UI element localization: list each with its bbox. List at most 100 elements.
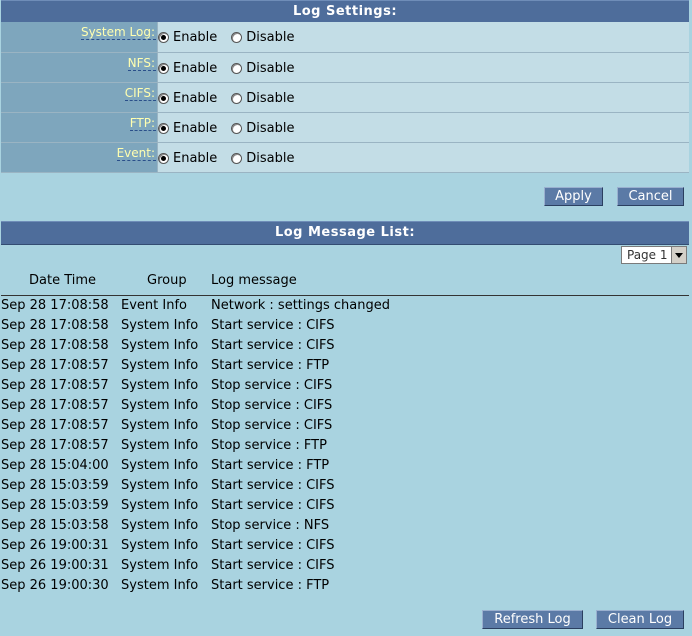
radio-cifs-enable[interactable] — [158, 92, 169, 104]
chevron-down-icon[interactable] — [671, 247, 686, 263]
settings-options-cell: Enable Disable — [157, 22, 689, 52]
radio-cifs-disable[interactable] — [231, 92, 243, 104]
log-message: Start service : CIFS — [211, 558, 335, 573]
log-row: Sep 28 17:08:58 System Info Start service … — [1, 316, 689, 336]
log-table-header: Date Time Group Log message — [1, 270, 689, 296]
setting-label-cifs: CIFS: — [124, 85, 156, 101]
log-date-time: Sep 28 17:08:58 — [1, 338, 109, 353]
log-group: System Info — [121, 578, 199, 593]
log-date-time: Sep 28 17:08:57 — [1, 398, 109, 413]
radio-event-enable[interactable] — [158, 152, 169, 164]
system-log-disable-option[interactable]: Disable — [231, 30, 295, 46]
clean-log-button[interactable]: Clean Log — [596, 610, 684, 629]
log-date-time: Sep 28 17:08:57 — [1, 378, 109, 393]
settings-options-cell: Enable Disable — [157, 142, 689, 172]
radio-event-disable[interactable] — [231, 152, 243, 164]
log-group: System Info — [121, 538, 199, 553]
log-message: Start service : FTP — [211, 358, 330, 373]
log-message: Stop service : FTP — [211, 438, 327, 453]
log-row: Sep 28 17:08:58 System Info Start service … — [1, 336, 689, 356]
ftp-enable-option[interactable]: Enable — [158, 121, 217, 136]
settings-label-cell: CIFS: — [1, 82, 158, 112]
log-date-time: Sep 26 19:00:31 — [1, 558, 109, 573]
setting-label-system-log: System Log: — [80, 25, 156, 41]
log-message: Start service : CIFS — [211, 478, 335, 493]
column-header-date-time: Date Time — [29, 273, 97, 288]
log-message: Start service : FTP — [211, 458, 330, 473]
log-group: System Info — [121, 498, 199, 513]
radio-nfs-disable[interactable] — [231, 62, 243, 74]
log-row: Sep 28 17:08:57 System Info Stop service :… — [1, 416, 689, 436]
nfs-disable-option[interactable]: Disable — [231, 61, 295, 76]
log-date-time: Sep 28 15:03:59 — [1, 478, 109, 493]
settings-label-cell: FTP: — [1, 112, 158, 142]
disable-label: Disable — [246, 90, 295, 106]
log-message: Start service : CIFS — [211, 318, 335, 333]
enable-label: Enable — [173, 30, 218, 46]
enable-label: Enable — [173, 150, 218, 166]
log-group: System Info — [121, 478, 199, 493]
log-row: Sep 28 17:08:57 System Info Stop service :… — [1, 396, 689, 416]
setting-label-event: Event: — [116, 145, 156, 161]
log-group: System Info — [121, 338, 199, 353]
page-select-value: Page 1 — [627, 248, 668, 262]
refresh-log-button[interactable]: Refresh Log — [482, 610, 583, 629]
log-group: System Info — [121, 418, 199, 433]
apply-button[interactable]: Apply — [544, 187, 603, 206]
radio-nfs-enable[interactable] — [158, 62, 169, 74]
log-message: Start service : CIFS — [211, 538, 335, 553]
log-message: Start service : CIFS — [211, 498, 335, 513]
setting-label-nfs: NFS: — [127, 55, 156, 71]
log-group: Event Info — [121, 298, 187, 313]
cancel-button[interactable]: Cancel — [617, 187, 684, 206]
log-group: System Info — [121, 378, 199, 393]
nfs-enable-option[interactable]: Enable — [158, 61, 217, 76]
log-date-time: Sep 28 17:08:57 — [1, 358, 109, 373]
event-disable-option[interactable]: Disable — [231, 151, 295, 166]
radio-ftp-disable[interactable] — [231, 122, 243, 134]
settings-row: CIFS: Enable Disable — [1, 82, 689, 112]
log-date-time: Sep 28 17:08:58 — [1, 298, 109, 313]
log-row: Sep 26 19:00:31 System Info Start service … — [1, 536, 689, 556]
log-settings-header: Log Settings: — [1, 0, 689, 23]
log-group: System Info — [121, 438, 199, 453]
settings-row: Event: Enable Disable — [1, 142, 689, 172]
column-header-group: Group — [147, 273, 187, 288]
settings-label-cell: System Log: — [1, 22, 158, 52]
cifs-disable-option[interactable]: Disable — [231, 90, 295, 106]
log-row: Sep 28 17:08:57 System Info Start service … — [1, 356, 689, 376]
log-message: Start service : FTP — [211, 578, 330, 593]
cifs-enable-option[interactable]: Enable — [158, 91, 217, 106]
ftp-disable-option[interactable]: Disable — [231, 120, 295, 136]
radio-ftp-enable[interactable] — [158, 122, 169, 134]
log-group: System Info — [121, 518, 199, 533]
log-message: Stop service : CIFS — [211, 418, 333, 433]
settings-label-cell: Event: — [1, 142, 158, 172]
log-date-time: Sep 28 15:03:58 — [1, 518, 109, 533]
page-select[interactable]: Page 1 — [621, 246, 687, 264]
log-settings-table: System Log: Enable Disable NFS: Enable Disabl… — [1, 22, 689, 173]
system-log-enable-option[interactable]: Enable — [158, 30, 217, 45]
settings-options-cell: Enable Disable — [157, 112, 689, 142]
radio-system-log-disable[interactable] — [231, 32, 243, 44]
log-row: Sep 28 15:04:00 System Info Start service … — [1, 456, 689, 476]
settings-row: NFS: Enable Disable — [1, 52, 689, 82]
disable-label: Disable — [246, 30, 295, 46]
enable-label: Enable — [173, 120, 218, 136]
settings-options-cell: Enable Disable — [157, 82, 689, 112]
event-enable-option[interactable]: Enable — [158, 151, 217, 166]
log-date-time: Sep 28 17:08:57 — [1, 418, 109, 433]
log-row: Sep 28 15:03:59 System Info Start service … — [1, 496, 689, 516]
log-date-time: Sep 28 15:03:59 — [1, 498, 109, 513]
radio-system-log-enable[interactable] — [158, 32, 169, 44]
disable-label: Disable — [246, 120, 295, 136]
log-date-time: Sep 26 19:00:31 — [1, 538, 109, 553]
log-row: Sep 28 17:08:58 Event Info Network : setti… — [1, 296, 689, 316]
log-message-list: Sep 28 17:08:58 Event Info Network : setti… — [1, 296, 689, 596]
log-row: Sep 28 17:08:57 System Info Stop service :… — [1, 436, 689, 456]
log-message: Stop service : CIFS — [211, 398, 333, 413]
column-header-log-message: Log message — [211, 273, 297, 288]
settings-row: FTP: Enable Disable — [1, 112, 689, 142]
log-message: Stop service : CIFS — [211, 378, 333, 393]
log-row: Sep 26 19:00:31 System Info Start service … — [1, 556, 689, 576]
